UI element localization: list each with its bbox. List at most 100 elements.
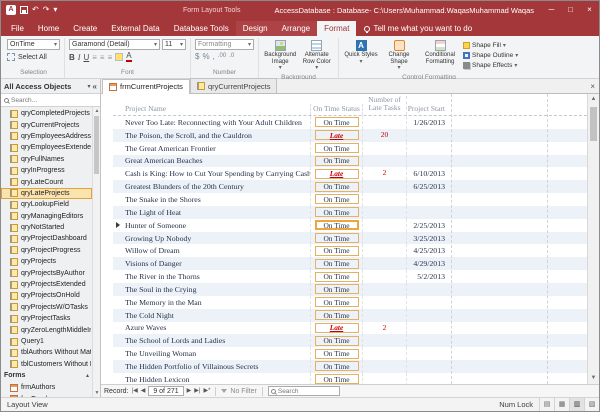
shape-fill-button[interactable]: Shape Fill ▾ — [463, 41, 518, 50]
nav-item-query[interactable]: qryEmployeesAddresses — [1, 131, 92, 142]
project-name-cell[interactable]: The Unveiling Woman — [123, 347, 311, 361]
nav-item-query[interactable]: qryProjects — [1, 256, 92, 267]
status-value[interactable]: On Time — [314, 258, 359, 269]
status-cell[interactable]: On Time — [311, 218, 363, 232]
project-name-cell[interactable]: The Great American Frontier — [123, 141, 311, 155]
tab-qrycurrentprojects[interactable]: qryCurrentProjects — [189, 78, 278, 93]
nav-item-query[interactable]: tblCustomers Without Match... — [1, 359, 92, 370]
increase-decimals-button[interactable]: .00 — [218, 52, 226, 61]
record-selector[interactable] — [113, 129, 123, 142]
project-name-cell[interactable]: Hunter of Someone — [123, 218, 311, 232]
status-value[interactable]: On Time — [314, 271, 359, 282]
project-start-cell[interactable]: 2/25/2013 — [407, 221, 447, 230]
project-start-cell[interactable]: 3/25/2013 — [407, 234, 447, 243]
ribbon-tab[interactable]: Home — [31, 21, 66, 36]
nav-item-query[interactable]: qryFullNames — [1, 154, 92, 165]
header-project-name[interactable]: Project Name — [123, 104, 311, 115]
ribbon-tab[interactable]: Database Tools — [167, 21, 236, 36]
record-row[interactable]: The River in the Thorns On Time 5/2/2013 — [113, 270, 587, 283]
nav-scrollbar[interactable]: ▲ ▼ — [92, 107, 100, 397]
nav-shutter-icon[interactable]: « — [93, 82, 97, 91]
late-tasks-cell[interactable] — [363, 372, 407, 384]
project-name-cell[interactable]: Azure Waves — [123, 321, 311, 335]
record-row[interactable]: The Great American Frontier On Time — [113, 141, 587, 155]
new-record-button[interactable]: ▶* — [203, 387, 210, 395]
header-on-time-status[interactable]: On Time Status — [311, 104, 363, 115]
record-row[interactable]: Visions of Danger On Time 4/29/2013 — [113, 257, 587, 271]
record-search-box[interactable] — [267, 386, 340, 396]
maximize-button[interactable]: □ — [561, 1, 580, 19]
nav-item-query[interactable]: qryProjectsOnHold — [1, 290, 92, 301]
conditional-formatting-button[interactable]: Conditional Formatting — [419, 39, 461, 72]
ribbon-tab[interactable]: Design — [235, 21, 275, 36]
font-name-combobox[interactable]: Garamond (Detail) ▾ — [69, 39, 160, 50]
status-value[interactable]: On Time — [314, 374, 359, 384]
nav-item-query[interactable]: qryCurrentProjects — [1, 119, 92, 130]
record-selector[interactable] — [113, 347, 123, 360]
project-name-cell[interactable]: Visions of Danger — [123, 257, 311, 271]
record-selector[interactable] — [113, 116, 123, 129]
late-tasks-cell[interactable] — [363, 154, 407, 168]
nav-item-query[interactable]: qryProjectsW/OTasks — [1, 302, 92, 313]
late-tasks-cell[interactable] — [363, 282, 407, 296]
nav-item-query[interactable]: tblAuthors Without Matchin... — [1, 347, 92, 358]
qat-customize-icon[interactable]: ▾ — [53, 5, 57, 15]
change-shape-button[interactable]: Change Shape ▾ — [381, 39, 417, 72]
status-value[interactable]: On Time — [314, 297, 359, 308]
decrease-decimals-button[interactable]: .0 — [229, 52, 234, 61]
project-name-cell[interactable]: The Poison, the Scroll, and the Cauldron — [123, 128, 311, 142]
background-color-icon[interactable] — [115, 53, 124, 61]
comma-format-button[interactable]: , — [213, 52, 215, 61]
scroll-up-icon[interactable]: ▲ — [588, 94, 599, 105]
scrollbar-thumb[interactable] — [590, 107, 597, 141]
record-row[interactable]: Great American Beaches On Time — [113, 154, 587, 168]
nav-item-query[interactable]: qryInProgress — [1, 165, 92, 176]
record-search-input[interactable] — [277, 387, 336, 395]
ribbon-tab[interactable]: File — [4, 21, 31, 36]
record-selector[interactable] — [113, 322, 123, 335]
datasheet-view-button[interactable]: ▦ — [554, 398, 569, 411]
nav-search-box[interactable] — [1, 94, 100, 107]
last-record-button[interactable]: ▶| — [194, 387, 200, 395]
ribbon-tab[interactable]: Arrange — [274, 21, 318, 36]
nav-item-query[interactable]: qryManagingEditors — [1, 211, 92, 222]
project-name-cell[interactable]: The Cold Night — [123, 308, 311, 322]
status-value[interactable]: On Time — [314, 310, 359, 321]
project-name-cell[interactable]: Growing Up Nobody — [123, 231, 311, 245]
late-tasks-cell[interactable] — [363, 116, 407, 129]
close-button[interactable]: × — [580, 1, 599, 19]
scroll-up-icon[interactable]: ▲ — [93, 107, 100, 115]
status-cell[interactable]: Late — [311, 167, 363, 181]
nav-item-query[interactable]: qryProjectsExtended — [1, 279, 92, 290]
project-name-cell[interactable]: Greatest Blunders of the 20th Century — [123, 180, 311, 194]
nav-item-query[interactable]: qryLateProjects — [1, 187, 92, 200]
status-value[interactable]: On Time — [314, 155, 359, 166]
late-tasks-cell[interactable] — [363, 295, 407, 309]
font-color-button[interactable]: A — [126, 52, 132, 62]
nav-item-query[interactable]: qryCompletedProjects — [1, 108, 92, 119]
status-value[interactable]: On Time — [314, 117, 359, 128]
record-row[interactable]: The Poison, the Scroll, and the Cauldron… — [113, 128, 587, 142]
status-value[interactable]: On Time — [314, 207, 359, 218]
number-format-combobox[interactable]: Formatting ▾ — [195, 39, 254, 50]
status-value[interactable]: On Time — [314, 220, 359, 231]
record-selector[interactable] — [113, 360, 123, 373]
project-name-cell[interactable]: Great American Beaches — [123, 154, 311, 168]
bold-button[interactable]: B — [69, 53, 75, 62]
project-name-cell[interactable]: The Hidden Portfolio of Villainous Secre… — [123, 360, 311, 373]
status-cell[interactable]: On Time — [311, 231, 363, 245]
record-row[interactable]: The Memory in the Man On Time — [113, 295, 587, 309]
record-row[interactable]: Never Too Late: Reconnecting with Your A… — [113, 116, 587, 129]
ribbon-tab[interactable]: Format — [317, 21, 357, 36]
record-selector[interactable] — [113, 180, 123, 193]
status-cell[interactable]: On Time — [311, 347, 363, 361]
form-view-button[interactable]: ▤ — [539, 398, 554, 411]
record-row[interactable]: The Soul in the Crying On Time — [113, 282, 587, 296]
signed-in-user[interactable]: Muhammad Waqas — [469, 6, 534, 15]
status-value[interactable]: On Time — [314, 335, 359, 346]
nav-item-query[interactable]: qryEmployeesExtended — [1, 142, 92, 153]
undo-icon[interactable]: ↶ — [32, 5, 39, 15]
layout-view-button[interactable]: ▥ — [569, 398, 584, 411]
project-start-cell[interactable]: 6/10/2013 — [407, 169, 447, 178]
status-value[interactable]: On Time — [314, 194, 359, 205]
